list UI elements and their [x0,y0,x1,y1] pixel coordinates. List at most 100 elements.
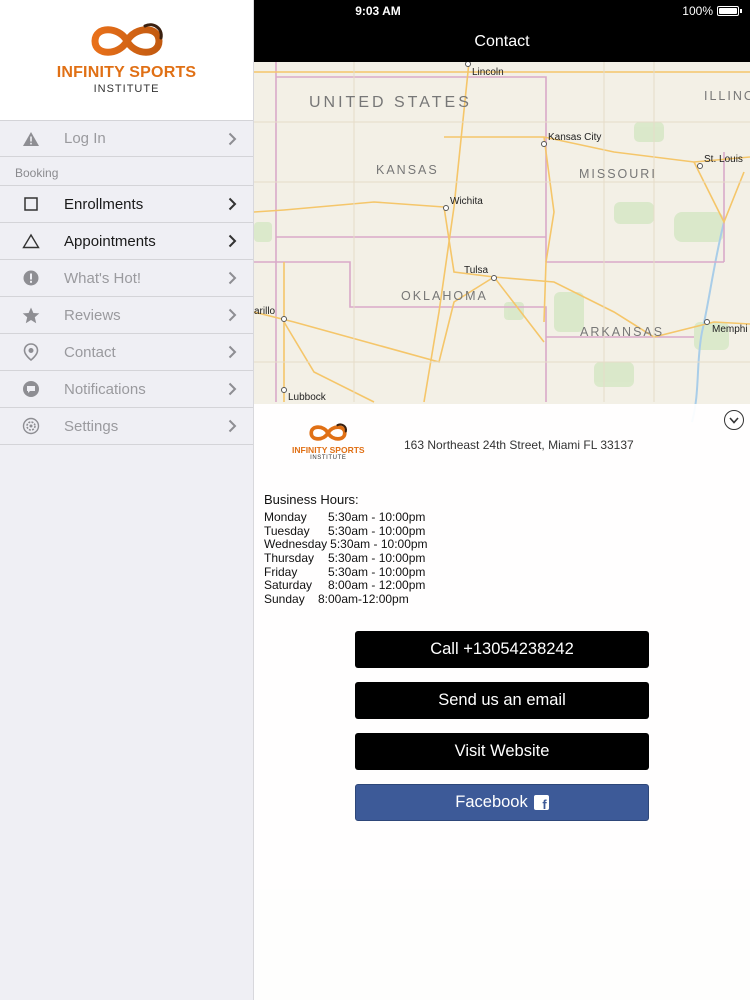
facebook-button-label: Facebook [455,793,528,811]
battery-indicator: 100% [682,4,742,18]
chevron-right-icon [228,308,237,322]
sidebar-item-appointments[interactable]: Appointments [0,223,253,260]
chevron-right-icon [228,271,237,285]
status-bar: 9:03 AM 100% [254,0,750,22]
map-city-label: Kansas City [548,132,601,143]
infinity-logo-icon [90,23,163,56]
map-city-label: Memphi [712,324,748,335]
sidebar-item-notifications[interactable]: Notifications [0,371,253,408]
hours-row: Sunday 8:00am-12:00pm [264,592,428,607]
hours-day: Saturday [264,578,313,593]
map-city-label: Tulsa [464,265,489,276]
map-city-label: arillo [254,306,276,317]
map-label-state: KANSAS [376,163,439,177]
map-label-country: UNITED STATES [309,94,472,111]
sidebar-item-label: Notifications [64,380,146,398]
hours-day: Sunday [264,592,305,607]
sidebar-item-label: Contact [64,343,116,361]
map-label-state: MISSOURI [579,167,657,181]
call-button-label: Call +13054238242 [430,640,574,658]
sidebar-item-enrollments[interactable]: Enrollments [0,186,253,223]
website-button[interactable]: Visit Website [355,733,649,770]
sidebar-item-label: What's Hot! [64,269,142,287]
chevron-right-icon [228,132,237,146]
chat-bubble-icon [0,380,64,398]
map-label-state: ILLINO [704,89,750,103]
business-hours: Business Hours: Monday 5:30am - 10:00pm … [264,492,428,607]
website-button-label: Visit Website [454,742,550,760]
facebook-button[interactable]: Facebook f [355,784,649,821]
chevron-right-icon [228,234,237,248]
chevron-down-icon [729,416,739,424]
brand-sub: INSTITUTE [93,83,160,95]
hours-row: Thursday 5:30am - 10:00pm [264,551,428,566]
hours-time: 8:00am - 12:00pm [328,578,426,593]
section-header-booking: Booking [0,157,253,186]
infinity-logo-icon [309,423,348,441]
hours-day: Wednesday [264,537,328,552]
square-icon [0,196,64,212]
chevron-right-icon [228,419,237,433]
warning-icon [0,131,64,147]
hours-row: Friday 5:30am - 10:00pm [264,564,428,580]
main-content: 9:03 AM 100% Contact UNITED STATES KANSA… [254,0,750,1000]
battery-icon [717,6,739,16]
hours-day: Thursday [264,551,315,566]
sidebar-item-label: Enrollments [64,195,144,213]
sidebar-item-settings[interactable]: Settings [0,408,253,445]
email-button-label: Send us an email [438,691,566,709]
hours-row: Tuesday 5:30am - 10:00pm [264,523,428,539]
map-label-state: OKLAHOMA [401,289,488,303]
hours-title: Business Hours: [264,492,359,507]
hours-time: 5:30am - 10:00pm [328,510,426,524]
call-button[interactable]: Call +13054238242 [355,631,649,668]
collapse-button[interactable] [724,410,744,430]
page-title: Contact [474,33,530,50]
status-time: 9:03 AM [355,4,401,18]
card-brand-name: INFINITY SPORTS [292,445,365,455]
map-city-label: Wichita [450,196,483,207]
hours-day: Monday [264,510,307,524]
sidebar-item-reviews[interactable]: Reviews [0,297,253,334]
sidebar: INFINITY SPORTS INSTITUTE Log In Booking… [0,0,254,1000]
sidebar-item-label: Appointments [64,232,156,250]
sidebar-item-whats-hot[interactable]: What's Hot! [0,260,253,297]
sidebar-item-label: Reviews [64,306,121,324]
hours-day: Tuesday [264,523,310,538]
hours-time: 5:30am - 10:00pm [328,564,426,579]
email-button[interactable]: Send us an email [355,682,649,719]
exclamation-icon [0,270,64,286]
brand-name: INFINITY SPORTS [56,64,197,81]
map-city-label: St. Louis [704,154,743,165]
map-label-state: ARKANSAS [580,325,664,339]
hours-row: Saturday 8:00am - 12:00pm [264,579,428,593]
chevron-right-icon [228,382,237,396]
hours-time: 5:30am - 10:00pm [328,523,426,538]
chevron-right-icon [228,345,237,359]
sidebar-item-label: Settings [64,417,119,435]
star-icon [0,307,64,324]
gear-icon [0,417,64,435]
triangle-icon [0,233,64,249]
sidebar-item-label: Log In [64,130,106,147]
sidebar-logo: INFINITY SPORTS INSTITUTE [0,0,253,120]
hours-time: 8:00am-12:00pm [318,592,409,607]
hours-time: 5:30am - 10:00pm [328,551,426,566]
chevron-right-icon [228,197,237,211]
facebook-icon: f [533,795,549,811]
battery-percent: 100% [682,4,713,18]
card-brand-sub: INSTITUTE [310,455,347,461]
map-city-label: Lincoln [472,67,504,78]
contact-card: INFINITY SPORTS INSTITUTE 163 Northeast … [254,404,750,1000]
hours-row: Monday 5:30am - 10:00pm [264,510,428,525]
hours-row: Wednesday 5:30am - 10:00pm [264,538,428,552]
sidebar-item-contact[interactable]: Contact [0,334,253,371]
map-city-label: Lubbock [288,392,327,403]
sidebar-item-login[interactable]: Log In [0,120,253,157]
card-logo: INFINITY SPORTS INSTITUTE [292,422,365,461]
map-pin-icon [0,343,64,361]
hours-time: 5:30am - 10:00pm [330,537,428,552]
nav-bar: Contact [254,22,750,62]
hours-day: Friday [264,564,298,579]
address-text: 163 Northeast 24th Street, Miami FL 3313… [404,438,634,452]
